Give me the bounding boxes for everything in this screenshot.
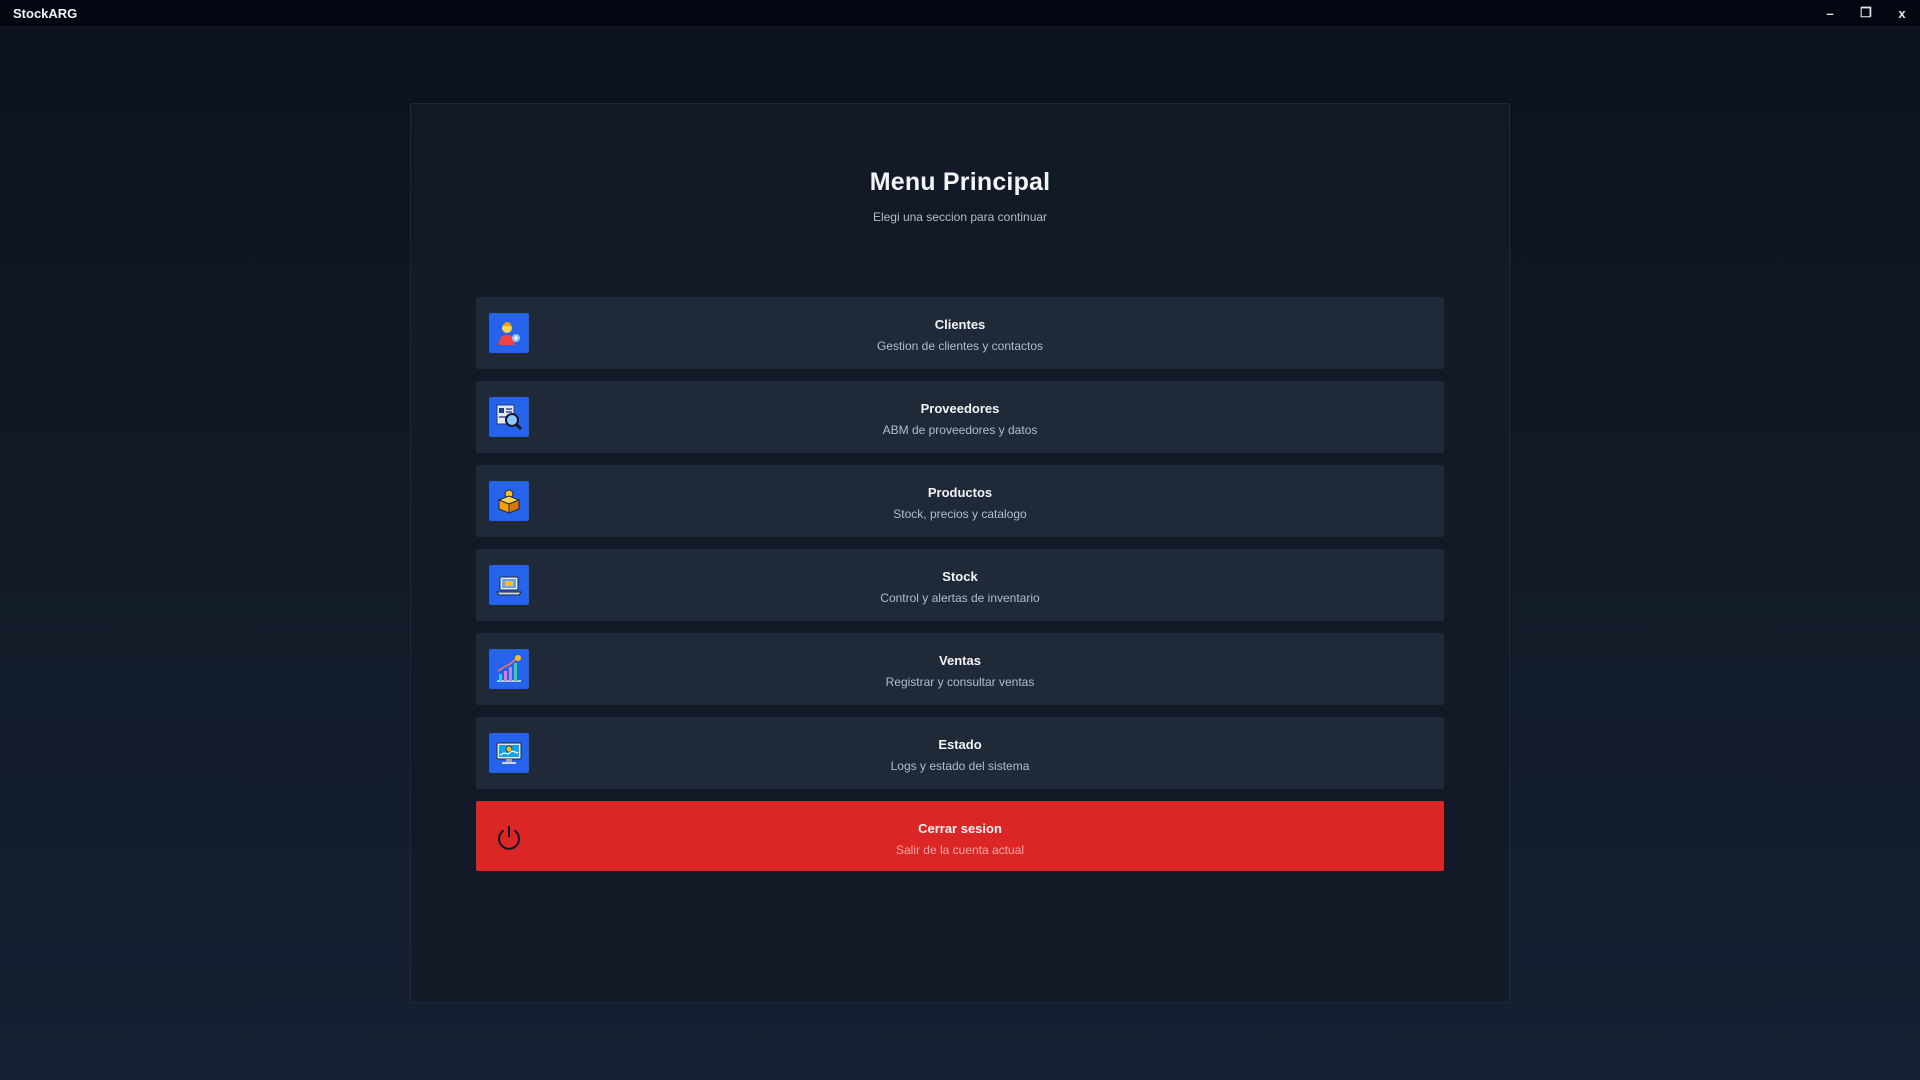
- menu-item-label: Proveedores: [920, 401, 1000, 416]
- menu-item-label: Clientes: [934, 317, 986, 332]
- menu-item-description: Logs y estado del sistema: [890, 759, 1030, 773]
- close-button[interactable]: x: [1884, 0, 1920, 26]
- menu-item-stock[interactable]: Stock Control y alertas de inventario: [476, 549, 1444, 621]
- menu-item-description: ABM de proveedores y datos: [882, 423, 1038, 437]
- menu-item-label: Productos: [927, 485, 993, 500]
- page-title: Menu Principal: [869, 168, 1051, 196]
- title-bar: StockARG – ❐ x: [0, 0, 1920, 26]
- menu-item-description: Control y alertas de inventario: [880, 591, 1040, 605]
- menu-item-proveedores[interactable]: Proveedores ABM de proveedores y datos: [476, 381, 1444, 453]
- menu-item-description: Gestion de clientes y contactos: [876, 339, 1044, 353]
- main-menu: Clientes Gestion de clientes y contactos…: [476, 297, 1444, 871]
- menu-item-label: Stock: [942, 569, 978, 584]
- logout-description: Salir de la cuenta actual: [895, 843, 1025, 857]
- menu-item-clientes[interactable]: Clientes Gestion de clientes y contactos: [476, 297, 1444, 369]
- menu-item-estado[interactable]: Estado Logs y estado del sistema: [476, 717, 1444, 789]
- menu-item-ventas[interactable]: Ventas Registrar y consultar ventas: [476, 633, 1444, 705]
- page-subtitle: Elegi una seccion para continuar: [872, 210, 1048, 224]
- menu-item-label: Estado: [938, 737, 982, 752]
- logout-label: Cerrar sesion: [918, 821, 1002, 836]
- logout-button[interactable]: Cerrar sesion Salir de la cuenta actual: [476, 801, 1444, 871]
- app-title: StockARG: [13, 5, 78, 21]
- menu-item-productos[interactable]: Productos Stock, precios y catalogo: [476, 465, 1444, 537]
- window-controls: – ❐ x: [1812, 0, 1920, 26]
- menu-item-description: Stock, precios y catalogo: [893, 507, 1027, 521]
- minimize-button[interactable]: –: [1812, 0, 1848, 26]
- maximize-button[interactable]: ❐: [1848, 0, 1884, 26]
- menu-item-label: Ventas: [939, 653, 981, 668]
- menu-item-description: Registrar y consultar ventas: [885, 675, 1035, 689]
